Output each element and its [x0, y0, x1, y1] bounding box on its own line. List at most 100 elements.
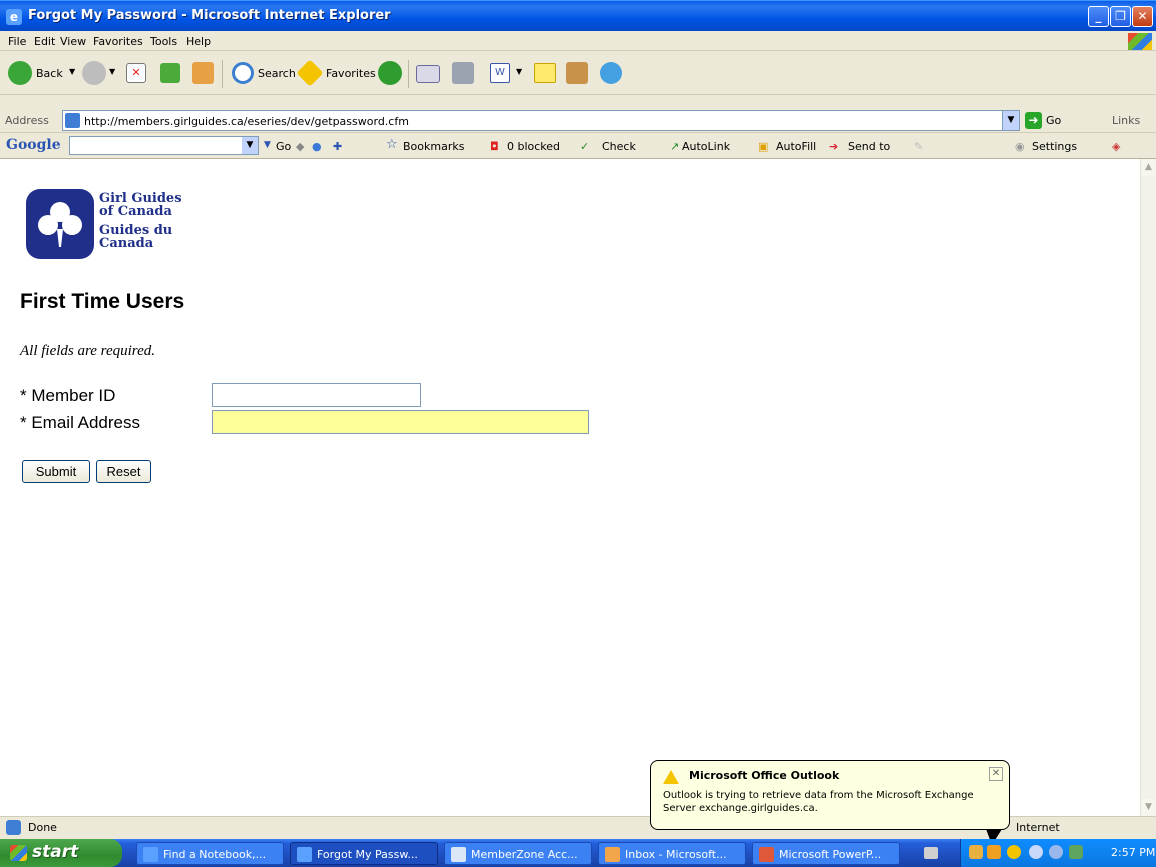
edit-dropdown-icon[interactable]: ▼ [516, 67, 522, 76]
menu-favorites[interactable]: Favorites [93, 35, 143, 48]
notes-icon[interactable] [534, 63, 556, 83]
clock[interactable]: 2:57 PM [1111, 846, 1155, 859]
taskbar-item[interactable]: Forgot My Passw... [290, 842, 438, 865]
powerpoint-icon [759, 847, 774, 862]
autofill-button[interactable]: AutoFill [776, 140, 816, 153]
address-field[interactable]: http://members.girlguides.ca/eseries/dev… [62, 110, 1020, 131]
ie-icon [297, 847, 312, 862]
popup-blocked-count[interactable]: 0 blocked [507, 140, 560, 153]
menu-help[interactable]: Help [186, 35, 211, 48]
back-dropdown-icon[interactable]: ▼ [69, 67, 75, 76]
check-button[interactable]: Check [602, 140, 636, 153]
page-done-icon [6, 820, 21, 835]
security-shield-icon[interactable] [1007, 845, 1021, 859]
system-tray: 2:57 PM [960, 839, 1156, 867]
taskbar-item[interactable]: MemberZone Acc... [444, 842, 592, 865]
antivirus-icon[interactable] [1029, 845, 1043, 859]
mail-icon[interactable] [416, 65, 440, 83]
refresh-icon[interactable] [160, 63, 180, 83]
scroll-down-icon[interactable]: ▼ [1141, 799, 1156, 816]
window-title-bar[interactable]: e Forgot My Password - Microsoft Interne… [0, 0, 1156, 31]
security-zone: Internet [1016, 821, 1060, 834]
girl-guides-logo[interactable]: Girl Guides of Canada Guides du Canada [26, 189, 182, 259]
taskbar-item-label: Inbox - Microsoft... [625, 848, 727, 861]
address-dropdown-icon[interactable]: ▼ [1002, 111, 1019, 130]
required-note: All fields are required. [20, 343, 155, 359]
google-search-input[interactable]: ▼ [69, 136, 259, 155]
logo-text-french: Guides du Canada [99, 223, 173, 251]
update-icon[interactable] [1069, 845, 1083, 859]
restore-button[interactable]: ❐ [1110, 6, 1131, 27]
translate-icon[interactable]: ◈ [1112, 140, 1120, 153]
taskbar-item-label: MemberZone Acc... [471, 848, 578, 861]
outlook-tray-icon[interactable] [987, 845, 1001, 859]
reset-button[interactable]: Reset [96, 460, 151, 483]
google-options-icon[interactable]: ✚ [333, 140, 342, 153]
menu-file[interactable]: File [8, 35, 26, 48]
close-button[interactable]: ✕ [1132, 6, 1153, 27]
favorites-button[interactable]: Favorites [326, 67, 376, 80]
google-go-dropdown-icon[interactable]: ▼ [264, 140, 271, 150]
google-nav-icon[interactable]: ◆ [296, 140, 304, 153]
forward-dropdown-icon[interactable]: ▼ [109, 67, 115, 76]
start-button[interactable]: start [0, 839, 122, 867]
vertical-scrollbar[interactable]: ▲ ▼ [1140, 159, 1156, 816]
bookmarks-button[interactable]: Bookmarks [403, 140, 464, 153]
history-icon[interactable] [378, 61, 402, 85]
ie-icon [143, 847, 158, 862]
keyboard-icon[interactable] [924, 847, 938, 859]
word-doc-icon [451, 847, 466, 862]
scroll-up-icon[interactable]: ▲ [1141, 159, 1156, 176]
sendto-icon: ➔ [829, 140, 839, 153]
google-search-dropdown-icon[interactable]: ▼ [242, 137, 258, 154]
warning-icon [663, 770, 679, 784]
submit-button[interactable]: Submit [22, 460, 90, 483]
email-address-label: * Email Address [20, 413, 140, 432]
pagerank-icon[interactable]: ● [312, 140, 322, 153]
messenger-tray-icon[interactable] [1049, 845, 1063, 859]
address-url[interactable]: http://members.girlguides.ca/eseries/dev… [84, 115, 409, 128]
research-icon[interactable] [566, 62, 588, 84]
bookmarks-star-icon: ☆ [386, 137, 398, 152]
window-title: Forgot My Password - Microsoft Internet … [28, 8, 391, 23]
autolink-icon: ↗ [670, 140, 680, 153]
menu-view[interactable]: View [60, 35, 86, 48]
taskbar-item[interactable]: Microsoft PowerP... [752, 842, 900, 865]
stop-icon[interactable]: ✕ [126, 63, 146, 83]
taskbar-item[interactable]: Find a Notebook,... [136, 842, 284, 865]
settings-button[interactable]: Settings [1032, 140, 1077, 153]
go-button[interactable]: ➜ Go [1024, 111, 1078, 130]
network-icon[interactable] [969, 845, 983, 859]
close-icon[interactable]: ✕ [989, 767, 1003, 781]
outlook-notification-balloon[interactable]: Microsoft Office Outlook Outlook is tryi… [650, 760, 1010, 845]
balloon-message: Outlook is trying to retrieve data from … [663, 790, 974, 814]
sendto-button[interactable]: Send to [848, 140, 890, 153]
address-bar: Address http://members.girlguides.ca/ese… [0, 109, 1156, 133]
taskbar-item[interactable]: Inbox - Microsoft... [598, 842, 746, 865]
outlook-icon [605, 847, 620, 862]
google-go-button[interactable]: Go [276, 140, 291, 153]
address-label: Address [5, 114, 49, 127]
search-button[interactable]: Search [258, 67, 296, 80]
menu-tools[interactable]: Tools [150, 35, 177, 48]
back-button[interactable]: Back [36, 67, 63, 80]
messenger-icon[interactable] [600, 62, 622, 84]
favorites-star-icon[interactable] [296, 59, 324, 87]
minimize-button[interactable]: _ [1088, 6, 1109, 27]
google-logo[interactable]: Google [6, 137, 61, 153]
forward-icon[interactable] [82, 61, 106, 85]
popup-blocker-icon: ◘ [490, 140, 499, 153]
page-icon [65, 113, 80, 128]
back-icon[interactable] [8, 61, 32, 85]
email-address-input[interactable] [212, 410, 589, 434]
menu-edit[interactable]: Edit [34, 35, 55, 48]
member-id-input[interactable] [212, 383, 421, 407]
autolink-button[interactable]: AutoLink [682, 140, 730, 153]
search-icon[interactable] [232, 62, 254, 84]
links-button[interactable]: Links [1112, 114, 1140, 127]
home-icon[interactable] [192, 62, 214, 84]
autofill-icon: ▣ [758, 140, 769, 153]
highlighter-icon[interactable]: ✎ [914, 140, 923, 153]
word-edit-icon[interactable]: W [490, 63, 510, 83]
print-icon[interactable] [452, 62, 474, 84]
